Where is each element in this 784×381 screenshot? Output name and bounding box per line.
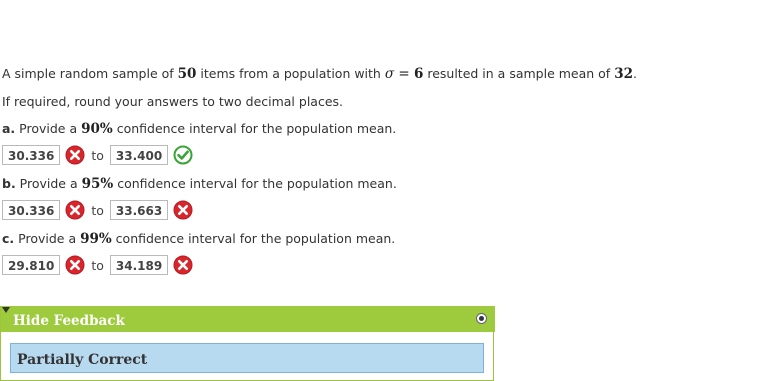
part-c-answer-row: 29.810 to 34.189: [2, 253, 193, 277]
part-b-level: 95%: [81, 176, 114, 192]
question-statement: A simple random sample of 50 items from …: [2, 66, 637, 82]
part-b-suffix: confidence interval for the population m…: [113, 176, 397, 191]
part-b-answer-row: 30.336 to 33.663: [2, 198, 193, 222]
part-a-prefix: Provide a: [15, 121, 82, 136]
feedback-status-box: Partially Correct: [10, 343, 484, 373]
part-a-upper-input[interactable]: 33.400: [109, 145, 169, 165]
sample-mean: 32: [614, 66, 633, 82]
part-c-prefix: Provide a: [14, 231, 81, 246]
part-c-prompt: c. Provide a 99% confidence interval for…: [2, 231, 395, 247]
part-c-lower-input[interactable]: 29.810: [2, 255, 61, 275]
part-c-level: 99%: [80, 231, 112, 247]
equals-sign: =: [394, 66, 414, 82]
part-b-letter: b.: [2, 176, 16, 191]
part-b-prefix: Provide a: [15, 176, 82, 191]
feedback-status-text: Partially Correct: [17, 352, 148, 368]
sigma-value: 6: [413, 66, 424, 82]
x-circle-icon: [65, 145, 85, 165]
intro-text-1: A simple random sample of: [2, 66, 178, 81]
part-b-prompt: b. Provide a 95% confidence interval for…: [2, 176, 397, 192]
collapse-triangle-icon[interactable]: [2, 307, 10, 313]
intro-text-3: resulted in a sample mean of: [423, 66, 615, 81]
part-a-prompt: a. Provide a 90% confidence interval for…: [2, 121, 396, 137]
part-c-letter: c.: [2, 231, 15, 246]
sample-size: 50: [177, 66, 197, 82]
to-label: to: [91, 257, 104, 273]
part-b-upper-input[interactable]: 33.663: [109, 200, 169, 220]
x-circle-icon: [173, 255, 193, 275]
radio-toggle-icon[interactable]: [476, 313, 487, 324]
hide-feedback-toggle[interactable]: Hide Feedback: [1, 306, 495, 332]
check-circle-icon: [173, 145, 193, 165]
to-label: to: [91, 202, 104, 218]
part-c-suffix: confidence interval for the population m…: [111, 231, 396, 246]
part-a-lower-input[interactable]: 30.336: [2, 145, 61, 165]
part-a-suffix: confidence interval for the population m…: [112, 121, 397, 136]
part-b-lower-input[interactable]: 30.336: [2, 200, 61, 220]
sigma-symbol: σ: [384, 66, 395, 82]
part-a-answer-row: 30.336 to 33.400: [2, 143, 193, 167]
part-c-upper-input[interactable]: 34.189: [109, 255, 169, 275]
rounding-note: If required, round your answers to two d…: [2, 94, 343, 109]
period: .: [632, 66, 637, 81]
part-a-level: 90%: [81, 121, 113, 137]
x-circle-icon: [65, 200, 85, 220]
feedback-header-title[interactable]: Hide Feedback: [13, 313, 125, 329]
feedback-panel: Hide Feedback Partially Correct: [0, 306, 495, 381]
part-a-letter: a.: [2, 121, 16, 136]
to-label: to: [91, 147, 104, 163]
x-circle-icon: [65, 255, 85, 275]
x-circle-icon: [173, 200, 193, 220]
intro-text-2: items from a population with: [196, 66, 385, 81]
